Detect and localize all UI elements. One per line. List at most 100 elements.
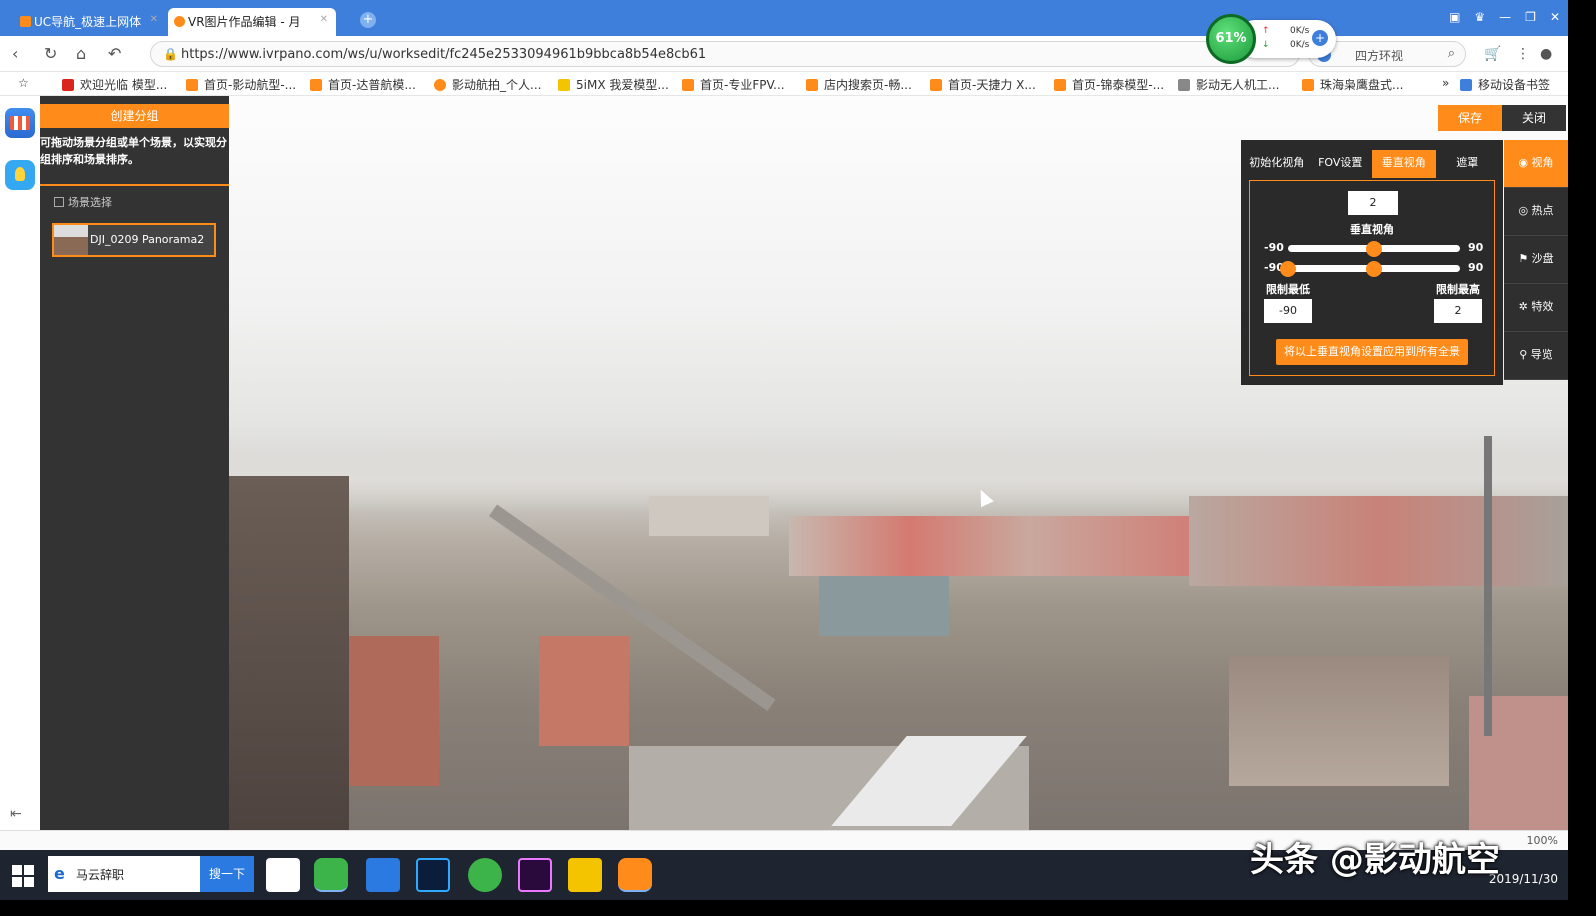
taskbar-search-box[interactable]: e 马云辞职 — [48, 856, 200, 892]
bookmark-icon — [434, 79, 446, 91]
collapse-sidebar-icon[interactable]: ⇤ — [10, 806, 22, 822]
scene-item[interactable]: DJI_0209 Panorama2 — [52, 223, 216, 257]
tab-uc-nav[interactable]: UC导航_极速上网体 ✕ — [14, 8, 166, 36]
bookmarks-more-button[interactable]: » — [1442, 76, 1449, 90]
close-tab-icon[interactable]: ✕ — [150, 14, 158, 25]
cart-icon[interactable]: 🛒 — [1484, 46, 1501, 62]
nav-hotspot[interactable]: ◎ 热点 — [1504, 188, 1568, 236]
menu-icon[interactable]: ♛ — [1474, 10, 1485, 24]
tab-vertical-view[interactable]: 垂直视角 — [1372, 150, 1436, 178]
network-usage-ball: 61% — [1206, 14, 1256, 64]
limit-low-label: 限制最低 — [1266, 283, 1310, 296]
nav-effects[interactable]: ✲ 特效 — [1504, 284, 1568, 332]
scene-name: DJI_0209 Panorama2 — [90, 233, 205, 246]
search-icon[interactable]: ⌕ — [1448, 46, 1455, 61]
refresh-icon[interactable]: ↻ — [44, 44, 57, 63]
accelerate-plus-icon[interactable]: + — [1312, 30, 1328, 46]
nav-view[interactable]: ◉ 视角 — [1504, 140, 1568, 188]
star-icon[interactable]: ☆ — [18, 76, 29, 90]
save-button[interactable]: 保存 — [1438, 105, 1502, 131]
calculator-app-icon[interactable] — [266, 858, 300, 892]
bookmark-icon — [930, 79, 942, 91]
city-building — [539, 636, 629, 746]
close-window-button[interactable]: ✕ — [1550, 10, 1560, 24]
vertical-view-slider-knob[interactable] — [1366, 241, 1382, 257]
bookmark-item[interactable]: 店内搜索页-畅... — [806, 76, 912, 93]
nav-sandbox[interactable]: ⚑ 沙盘 — [1504, 236, 1568, 284]
limit-low-input[interactable]: -90 — [1264, 299, 1312, 323]
create-group-button[interactable]: 创建分组 — [40, 104, 229, 128]
taskbar-search-text: 马云辞职 — [76, 868, 125, 882]
editor-actions: 保存 关闭 — [1438, 105, 1566, 131]
city-building — [349, 636, 439, 786]
bookmark-item[interactable]: 5iMX 我爱模型... — [558, 76, 669, 93]
skin-icon[interactable]: ▣ — [1449, 10, 1460, 24]
city-building — [789, 516, 1189, 576]
shop-app-icon[interactable] — [5, 108, 35, 138]
premiere-app-icon[interactable] — [518, 858, 552, 892]
scene-thumbnail — [54, 225, 88, 255]
wechat-app-icon[interactable] — [314, 858, 348, 892]
bookmark-item[interactable]: 影动无人机工... — [1178, 76, 1279, 93]
range-max-label: 90 — [1468, 261, 1484, 274]
bookmark-item[interactable]: 珠海枭鹰盘式... — [1302, 76, 1403, 93]
mobile-bookmarks[interactable]: 移动设备书签 — [1460, 76, 1550, 93]
more-icon[interactable]: ⋮ — [1516, 46, 1530, 62]
limit-high-input[interactable]: 2 — [1434, 299, 1482, 323]
city-building — [819, 576, 949, 636]
upload-arrow-icon: ↑ — [1262, 26, 1270, 36]
new-tab-button[interactable]: + — [360, 12, 376, 28]
url-field[interactable]: 🔒 https://www.ivrpano.com/ws/u/worksedit… — [150, 41, 1300, 67]
bookmark-item[interactable]: 影动航拍_个人... — [434, 76, 541, 93]
home-icon[interactable]: ⌂ — [76, 44, 86, 63]
apply-to-all-button[interactable]: 将以上垂直视角设置应用到所有全景 — [1276, 339, 1468, 365]
bookmark-icon — [1302, 79, 1314, 91]
limit-high-knob[interactable] — [1366, 261, 1382, 277]
windows-start-icon[interactable] — [12, 865, 34, 887]
city-building — [229, 476, 349, 830]
sparkle-icon: ✲ — [1518, 300, 1532, 313]
file-explorer-icon[interactable] — [568, 858, 602, 892]
bookmark-item[interactable]: 欢迎光临 模型... — [62, 76, 167, 93]
nav-tour[interactable]: ⚲ 导览 — [1504, 332, 1568, 380]
bookmark-item[interactable]: 首页-锦泰模型-... — [1054, 76, 1164, 93]
bookmark-icon — [186, 79, 198, 91]
limit-low-knob[interactable] — [1280, 261, 1296, 277]
city-building — [1189, 496, 1568, 586]
avatar-icon[interactable]: ● — [1540, 46, 1552, 62]
vertical-view-value[interactable]: 2 — [1348, 191, 1398, 215]
limit-high-label: 限制最高 — [1436, 283, 1480, 296]
browser-app-icon[interactable] — [468, 858, 502, 892]
slider-max-label: 90 — [1468, 241, 1484, 254]
search-engine-text: 四方环视 — [1355, 49, 1404, 63]
maximize-button[interactable]: ❐ — [1525, 10, 1536, 24]
close-tab-icon[interactable]: ✕ — [320, 14, 328, 25]
taskbar-search-button[interactable]: 搜一下 — [200, 856, 254, 892]
view-tabs: 初始化视角 FOV设置 垂直视角 遮罩 — [1245, 150, 1499, 178]
close-button[interactable]: 关闭 — [1502, 105, 1566, 131]
hotspot-icon: ◎ — [1518, 204, 1532, 217]
minimize-button[interactable]: — — [1499, 10, 1511, 24]
undo-icon[interactable]: ↶ — [108, 44, 121, 63]
security-app-icon[interactable] — [366, 858, 400, 892]
bookmark-item[interactable]: 首页-天捷力 X... — [930, 76, 1036, 93]
screen: UC导航_极速上网体 ✕ VR图片作品编辑 - 月 ✕ + ▣ ♛ — ❐ ✕ … — [0, 0, 1568, 900]
drag-hint-text: 可拖动场景分组或单个场景，以实现分组排序和场景排序。 — [40, 136, 227, 166]
bookmark-icon — [1178, 79, 1190, 91]
bookmarks-bar: ☆ 欢迎光临 模型... 首页-影动航型-... 首页-达普航模... 影动航拍… — [0, 72, 1568, 96]
tab-mask[interactable]: 遮罩 — [1436, 150, 1500, 178]
tab-vr-editor[interactable]: VR图片作品编辑 - 月 ✕ — [168, 8, 336, 36]
tab-initial-view[interactable]: 初始化视角 — [1245, 150, 1309, 178]
uc-browser-app-icon[interactable] — [618, 858, 652, 892]
photoshop-app-icon[interactable] — [416, 858, 450, 892]
bookmark-icon — [806, 79, 818, 91]
bookmark-item[interactable]: 首页-达普航模... — [310, 76, 416, 93]
bookmark-item[interactable]: 首页-专业FPV... — [682, 76, 785, 93]
bookmark-item[interactable]: 首页-影动航型-... — [186, 76, 296, 93]
bookmark-icon — [310, 79, 322, 91]
network-speed-widget[interactable]: 61% ↑ ↓ 0K/s 0K/s + — [1206, 14, 1336, 64]
tab-fov[interactable]: FOV设置 — [1309, 150, 1373, 178]
zoom-level[interactable]: 100% — [1527, 834, 1558, 847]
back-icon[interactable]: ‹ — [12, 44, 18, 63]
lightbulb-app-icon[interactable] — [5, 160, 35, 190]
